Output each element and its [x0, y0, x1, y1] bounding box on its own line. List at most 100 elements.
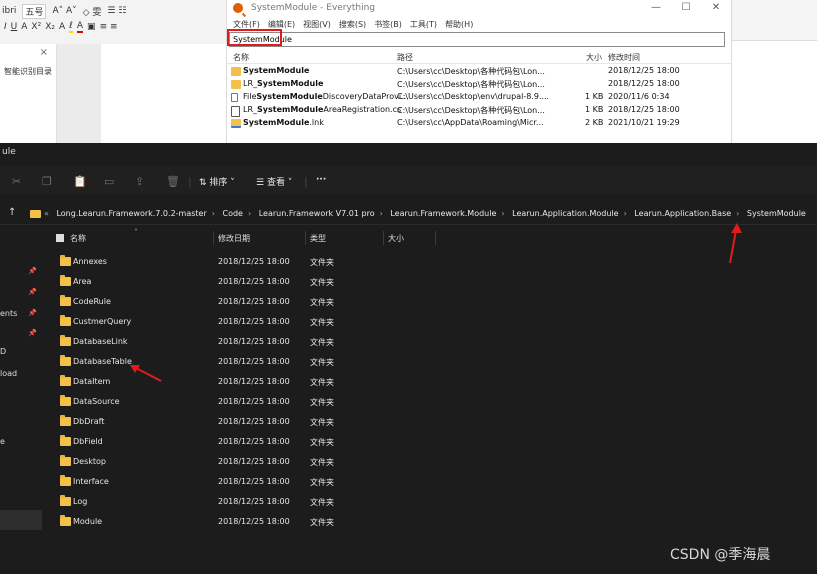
folder-row[interactable]: DataItem 2018/12/25 18:00 文件夹 [42, 372, 462, 392]
address-bar[interactable]: ↑ « Long.Learun.Framework.7.0.2-master › … [0, 204, 817, 225]
text-effect-icon[interactable]: A [59, 22, 65, 32]
column-name[interactable]: 名称 [70, 233, 86, 244]
delete-icon[interactable]: 🗑 [166, 175, 180, 188]
nav-item-selected[interactable] [0, 510, 42, 530]
result-row[interactable]: FileSystemModuleDiscoveryDataProvi... C:… [227, 91, 731, 104]
font-size-select[interactable]: 五号 [22, 3, 47, 19]
more-button[interactable]: ··· [316, 175, 326, 185]
superscript-icon[interactable]: X² [31, 22, 41, 32]
nav-item-documents[interactable]: ents [0, 309, 17, 318]
list-icon[interactable]: ☰ ☷ [107, 6, 126, 16]
pin-icon[interactable]: 📌 [28, 309, 37, 317]
result-path: C:\Users\cc\Desktop\各种代码包\Lon... [397, 80, 545, 89]
folder-icon [60, 375, 71, 386]
strike-icon[interactable]: A [21, 22, 27, 32]
folder-type: 文件夹 [310, 258, 334, 267]
folder-icon [60, 415, 71, 426]
column-modified[interactable]: 修改日期 [218, 233, 250, 244]
cut-icon[interactable]: ✂ [12, 175, 21, 188]
folder-modified: 2018/12/25 18:00 [218, 337, 290, 346]
paste-icon[interactable]: 📋 [73, 175, 87, 188]
breadcrumb-item[interactable]: Learun.Application.Module [512, 209, 618, 218]
menu-bookmarks[interactable]: 书签(B) [374, 19, 402, 30]
close-icon[interactable]: ✕ [701, 0, 731, 16]
column-path[interactable]: 路径 [397, 52, 413, 63]
folder-row[interactable]: DbField 2018/12/25 18:00 文件夹 [42, 432, 462, 452]
copy-icon[interactable]: ❐ [42, 175, 52, 188]
folder-row[interactable]: Interface 2018/12/25 18:00 文件夹 [42, 472, 462, 492]
nav-item[interactable]: D [0, 347, 6, 356]
pin-icon[interactable]: 📌 [28, 288, 37, 296]
overflow-icon[interactable]: « [44, 209, 49, 218]
search-input[interactable] [230, 33, 724, 46]
folder-name: Log [73, 497, 88, 506]
breadcrumb-item[interactable]: Learun.Application.Base [634, 209, 731, 218]
up-arrow-icon[interactable]: ↑ [8, 207, 16, 218]
share-icon[interactable]: ⇪ [135, 175, 144, 188]
folder-row[interactable]: Log 2018/12/25 18:00 文件夹 [42, 492, 462, 512]
pin-icon[interactable]: 📌 [28, 329, 37, 337]
navigation-pane: 📌 📌 📌 📌 ents D load e [0, 225, 42, 574]
align-icon[interactable]: ≡ ≡ [100, 22, 118, 32]
column-divider[interactable] [213, 231, 214, 245]
column-size[interactable]: 大小 [586, 52, 602, 63]
font-name-select[interactable]: ibri [2, 6, 16, 16]
breadcrumb-item[interactable]: Learun.Framework V7.01 pro [259, 209, 375, 218]
font-color-icon[interactable]: A [76, 21, 84, 33]
column-divider[interactable] [435, 231, 436, 245]
view-button[interactable]: ☰ 查看 ˅ [256, 175, 292, 188]
border-icon[interactable]: ▣ [87, 22, 96, 32]
folder-row[interactable]: DbDraft 2018/12/25 18:00 文件夹 [42, 412, 462, 432]
folder-row[interactable]: DatabaseTable 2018/12/25 18:00 文件夹 [42, 352, 462, 372]
folder-row[interactable]: Desktop 2018/12/25 18:00 文件夹 [42, 452, 462, 472]
result-row[interactable]: LR_SystemModuleAreaRegistration.cs C:\Us… [227, 104, 731, 117]
sort-button[interactable]: ⇅ 排序 ˅ [199, 175, 235, 188]
close-icon[interactable]: × [40, 47, 48, 58]
column-modified[interactable]: 修改时间 [608, 52, 640, 63]
menu-tools[interactable]: 工具(T) [410, 19, 437, 30]
column-name[interactable]: 名称 [233, 52, 249, 63]
folder-row[interactable]: Module 2018/12/25 18:00 文件夹 [42, 512, 462, 532]
grow-font-icon[interactable]: A˄ A˅ [52, 6, 76, 16]
document-page[interactable] [101, 44, 232, 143]
folder-row[interactable]: Area 2018/12/25 18:00 文件夹 [42, 272, 462, 292]
breadcrumb-item[interactable]: Long.Learun.Framework.7.0.2-master [56, 209, 206, 218]
highlight-icon[interactable]: ℓ [69, 21, 73, 33]
breadcrumb-item[interactable]: Code [223, 209, 243, 218]
folder-type: 文件夹 [310, 378, 334, 387]
underline-icon[interactable]: U [11, 22, 18, 32]
result-row[interactable]: SystemModule C:\Users\cc\Desktop\各种代码包\L… [227, 65, 731, 78]
column-divider[interactable] [305, 231, 306, 245]
column-divider[interactable] [383, 231, 384, 245]
folder-row[interactable]: CustmerQuery 2018/12/25 18:00 文件夹 [42, 312, 462, 332]
folder-row[interactable]: DataSource 2018/12/25 18:00 文件夹 [42, 392, 462, 412]
nav-item-downloads[interactable]: load [0, 369, 17, 378]
italic-icon[interactable]: I [4, 22, 7, 32]
minimize-icon[interactable]: — [641, 0, 671, 16]
column-size[interactable]: 大小 [388, 233, 404, 244]
breadcrumb-item[interactable]: Learun.Framework.Module [390, 209, 496, 218]
rename-icon[interactable]: ▭ [104, 175, 114, 188]
folder-type: 文件夹 [310, 418, 334, 427]
maximize-icon[interactable]: ☐ [671, 0, 701, 16]
results-header: 名称 路径 大小 修改时间 [227, 51, 731, 64]
navigation-pane: × 智能识别目录 [0, 44, 57, 143]
breadcrumb-item-current[interactable]: SystemModule [747, 209, 806, 218]
pin-icon[interactable]: 📌 [28, 267, 37, 275]
menu-view[interactable]: 视图(V) [303, 19, 331, 30]
folder-row[interactable]: DatabaseLink 2018/12/25 18:00 文件夹 [42, 332, 462, 352]
nav-item[interactable]: e [0, 437, 5, 446]
smart-toc-button[interactable]: 智能识别目录 [4, 66, 52, 77]
cs-file-icon [231, 106, 240, 117]
menu-search[interactable]: 搜索(S) [339, 19, 366, 30]
select-all-checkbox[interactable] [56, 234, 64, 242]
folder-row[interactable]: Annexes 2018/12/25 18:00 文件夹 [42, 252, 462, 272]
clear-format-icon[interactable]: ◇ 雯 [83, 5, 102, 18]
folder-row[interactable]: CodeRule 2018/12/25 18:00 文件夹 [42, 292, 462, 312]
document-page-right[interactable] [731, 40, 817, 144]
menu-help[interactable]: 帮助(H) [445, 19, 473, 30]
result-row[interactable]: SystemModule.lnk C:\Users\cc\AppData\Roa… [227, 117, 731, 130]
subscript-icon[interactable]: X₂ [45, 22, 55, 32]
result-row[interactable]: LR_SystemModule C:\Users\cc\Desktop\各种代码… [227, 78, 731, 91]
column-type[interactable]: 类型 [310, 233, 326, 244]
